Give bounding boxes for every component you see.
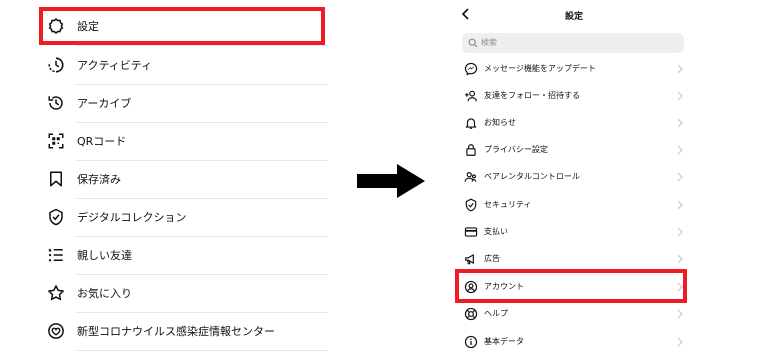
settings-item-about[interactable]: 基本データ <box>452 328 690 355</box>
menu-item-covid-info[interactable]: 新型コロナウイルス感染症情報センター <box>36 312 326 350</box>
highlight-box <box>39 7 325 45</box>
settings-item-label: プライバシー設定 <box>484 145 548 154</box>
activity-icon <box>48 57 64 73</box>
settings-screen: 設定 検索 メッセージ機能をアップデート 友達をフォロー・招待する お知らせ プ… <box>452 0 696 363</box>
menu-item-label: アクティビティ <box>77 59 153 72</box>
chevron-right-icon <box>677 91 683 101</box>
settings-item-label: 友達をフォロー・招待する <box>484 91 580 100</box>
settings-item-notifications[interactable]: お知らせ <box>452 109 690 136</box>
star-icon <box>48 285 64 301</box>
lifebuoy-icon <box>464 307 478 321</box>
chevron-right-icon <box>677 172 683 182</box>
add-person-icon <box>465 90 477 102</box>
settings-item-label: お知らせ <box>484 118 516 127</box>
settings-item-security[interactable]: セキュリティ <box>452 191 690 218</box>
chevron-right-icon <box>677 254 683 264</box>
digital-collection-icon <box>49 208 63 226</box>
menu-item-qr-code[interactable]: QRコード <box>36 122 326 160</box>
messenger-icon <box>464 62 478 76</box>
settings-item-label: セキュリティ <box>484 200 532 209</box>
chevron-right-icon <box>677 309 683 319</box>
qr-code-icon <box>48 133 64 149</box>
settings-item-payments[interactable]: 支払い <box>452 218 690 245</box>
card-icon <box>464 227 478 237</box>
chevron-right-icon <box>677 64 683 74</box>
search-placeholder: 検索 <box>481 38 497 47</box>
menu-item-label: 保存済み <box>77 173 121 186</box>
menu-item-activity[interactable]: アクティビティ <box>36 46 326 84</box>
highlight-box <box>455 269 687 303</box>
settings-item-privacy[interactable]: プライバシー設定 <box>452 136 690 163</box>
settings-item-label: ヘルプ <box>484 309 508 318</box>
megaphone-icon <box>465 254 474 265</box>
settings-item-parental-control[interactable]: ペアレンタルコントロール <box>452 163 690 190</box>
chevron-right-icon <box>677 227 683 237</box>
info-icon <box>464 335 478 349</box>
settings-item-follow-invite[interactable]: 友達をフォロー・招待する <box>452 82 690 109</box>
chevron-right-icon <box>677 118 683 128</box>
menu-item-digital-collection[interactable]: デジタルコレクション <box>36 198 326 236</box>
covid-info-icon <box>48 323 64 339</box>
settings-item-label: メッセージ機能をアップデート <box>484 64 596 73</box>
profile-menu: 設定 アクティビティ アーカイブ QRコード 保存済み デジタルコレクション 親… <box>36 0 330 363</box>
parental-control-icon <box>464 172 477 182</box>
arrow-right-icon <box>357 164 425 198</box>
menu-item-label: デジタルコレクション <box>77 211 187 224</box>
settings-item-ads[interactable]: 広告 <box>452 245 690 272</box>
settings-item-messaging-update[interactable]: メッセージ機能をアップデート <box>452 55 690 82</box>
shield-icon <box>465 198 477 212</box>
chevron-right-icon <box>677 337 683 347</box>
menu-item-label: QRコード <box>77 135 127 148</box>
search-icon <box>468 38 478 48</box>
page-title: 設定 <box>564 12 583 22</box>
chevron-right-icon <box>677 200 683 210</box>
divider <box>76 350 328 351</box>
settings-item-label: 支払い <box>484 227 508 236</box>
close-friends-list-icon <box>48 248 63 262</box>
menu-item-label: 新型コロナウイルス感染症情報センター <box>77 325 275 338</box>
bookmark-icon <box>50 171 62 187</box>
bell-icon <box>465 118 477 129</box>
menu-item-close-friends[interactable]: 親しい友達 <box>36 236 326 274</box>
menu-item-favorites[interactable]: お気に入り <box>36 274 326 312</box>
menu-item-saved[interactable]: 保存済み <box>36 160 326 198</box>
search-input[interactable]: 検索 <box>462 33 684 53</box>
settings-item-help[interactable]: ヘルプ <box>452 300 690 327</box>
settings-item-label: 広告 <box>484 254 500 263</box>
archive-icon <box>48 96 63 110</box>
lock-icon <box>466 144 476 156</box>
menu-item-archive[interactable]: アーカイブ <box>36 84 326 122</box>
menu-item-label: お気に入り <box>77 287 132 300</box>
settings-item-label: 基本データ <box>484 337 524 346</box>
settings-item-label: ペアレンタルコントロール <box>484 172 580 181</box>
chevron-right-icon <box>677 145 683 155</box>
menu-item-label: アーカイブ <box>77 97 132 110</box>
menu-item-label: 親しい友達 <box>77 249 132 262</box>
